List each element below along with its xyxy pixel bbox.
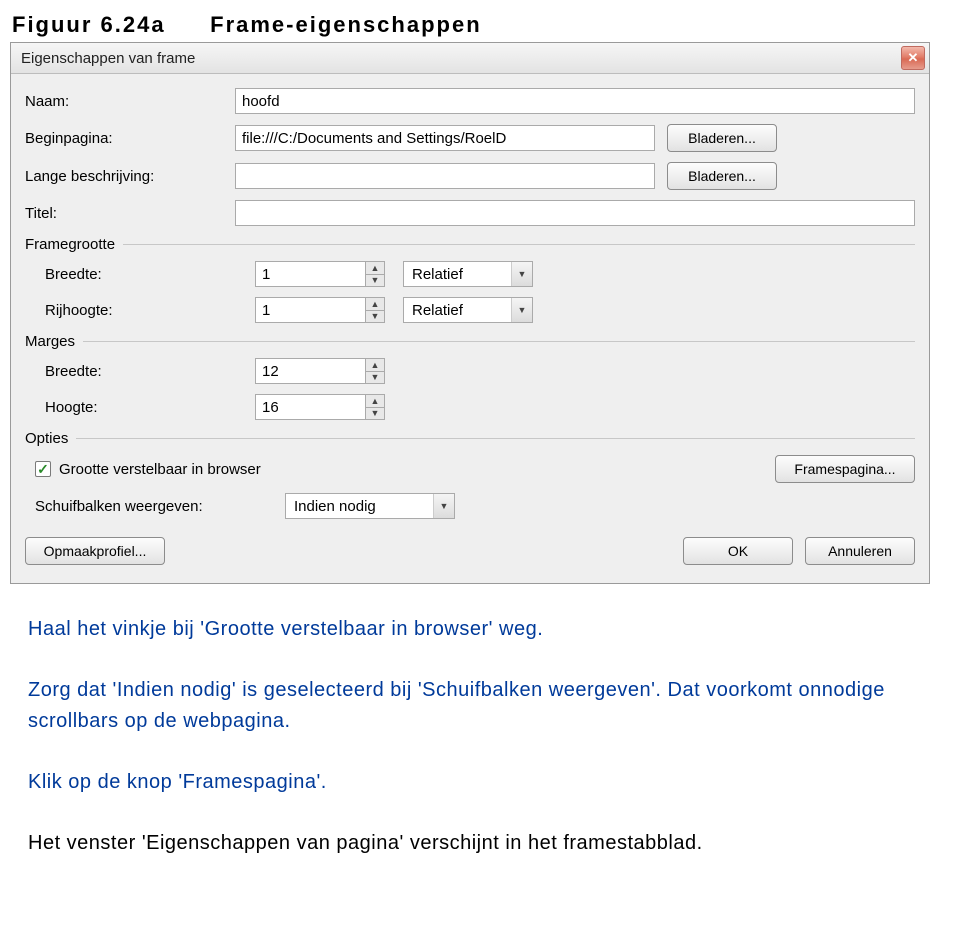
cancel-button[interactable]: Annuleren <box>805 537 915 565</box>
row-title: Titel: <box>25 200 915 226</box>
instruction-1: Haal het vinkje bij 'Grootte verstelbaar… <box>28 614 932 645</box>
spinner-buttons[interactable]: ▲ ▼ <box>365 261 385 287</box>
chevron-up-icon[interactable]: ▲ <box>366 298 384 311</box>
width-value-input[interactable] <box>255 261 365 287</box>
scrollbars-select[interactable]: Indien nodig ▼ <box>285 493 455 519</box>
row-name: Naam: <box>25 88 915 114</box>
label-scrollbars: Schuifbalken weergeven: <box>35 498 285 515</box>
group-framesize-label: Framegrootte <box>25 236 115 253</box>
resizable-checkbox[interactable] <box>35 461 51 477</box>
chevron-down-icon[interactable]: ▼ <box>511 298 532 322</box>
browse-longdesc-button[interactable]: Bladeren... <box>667 162 777 190</box>
label-startpage: Beginpagina: <box>25 130 235 147</box>
row-margin-height: Hoogte: ▲ ▼ <box>45 394 915 420</box>
chevron-up-icon[interactable]: ▲ <box>366 262 384 275</box>
margin-width-input[interactable] <box>255 358 365 384</box>
style-profile-button[interactable]: Opmaakprofiel... <box>25 537 165 565</box>
instruction-2: Zorg dat 'Indien nodig' is geselecteerd … <box>28 675 932 737</box>
margin-height-input[interactable] <box>255 394 365 420</box>
ok-button[interactable]: OK <box>683 537 793 565</box>
group-framesize: Framegrootte <box>25 236 915 253</box>
label-title: Titel: <box>25 205 235 222</box>
chevron-down-icon[interactable]: ▼ <box>366 372 384 384</box>
group-options-label: Opties <box>25 430 68 447</box>
margin-width-spinner[interactable]: ▲ ▼ <box>255 358 385 384</box>
browse-startpage-button[interactable]: Bladeren... <box>667 124 777 152</box>
spinner-buttons[interactable]: ▲ ▼ <box>365 297 385 323</box>
scrollbars-value: Indien nodig <box>286 498 433 515</box>
startpage-input[interactable] <box>235 125 655 151</box>
divider <box>123 244 915 245</box>
group-options: Opties <box>25 430 915 447</box>
label-width: Breedte: <box>45 266 255 283</box>
name-input[interactable] <box>235 88 915 114</box>
dialog-titlebar: Eigenschappen van frame ✕ <box>11 43 929 74</box>
instruction-3: Klik op de knop 'Framespagina'. <box>28 767 932 798</box>
dialog-title: Eigenschappen van frame <box>21 50 195 67</box>
row-margin-width: Breedte: ▲ ▼ <box>45 358 915 384</box>
spinner-buttons[interactable]: ▲ ▼ <box>365 394 385 420</box>
framespage-button[interactable]: Framespagina... <box>775 455 915 483</box>
label-longdesc: Lange beschrijving: <box>25 168 235 185</box>
label-name: Naam: <box>25 93 235 110</box>
rowheight-unit-select[interactable]: Relatief ▼ <box>403 297 533 323</box>
figure-header: Figuur 6.24a Frame-eigenschappen <box>0 0 960 42</box>
row-startpage: Beginpagina: Bladeren... <box>25 124 915 152</box>
rowheight-unit-value: Relatief <box>404 302 511 319</box>
chevron-down-icon[interactable]: ▼ <box>366 275 384 287</box>
width-unit-select[interactable]: Relatief ▼ <box>403 261 533 287</box>
row-longdesc: Lange beschrijving: Bladeren... <box>25 162 915 190</box>
row-rowheight: Rijhoogte: ▲ ▼ Relatief ▼ <box>45 297 915 323</box>
chevron-down-icon[interactable]: ▼ <box>366 408 384 420</box>
label-margin-width: Breedte: <box>45 363 255 380</box>
figure-title: Frame-eigenschappen <box>210 12 482 37</box>
frame-properties-dialog: Eigenschappen van frame ✕ Naam: Beginpag… <box>10 42 930 584</box>
margin-height-spinner[interactable]: ▲ ▼ <box>255 394 385 420</box>
chevron-down-icon[interactable]: ▼ <box>433 494 454 518</box>
chevron-up-icon[interactable]: ▲ <box>366 395 384 408</box>
rowheight-spinner[interactable]: ▲ ▼ <box>255 297 385 323</box>
spinner-buttons[interactable]: ▲ ▼ <box>365 358 385 384</box>
divider <box>83 341 915 342</box>
figure-number: Figuur 6.24a <box>12 12 202 38</box>
divider <box>76 438 915 439</box>
group-margins: Marges <box>25 333 915 350</box>
label-margin-height: Hoogte: <box>45 399 255 416</box>
row-scrollbars: Schuifbalken weergeven: Indien nodig ▼ <box>35 493 915 519</box>
resizable-label: Grootte verstelbaar in browser <box>59 461 261 478</box>
width-spinner[interactable]: ▲ ▼ <box>255 261 385 287</box>
chevron-up-icon[interactable]: ▲ <box>366 359 384 372</box>
chevron-down-icon[interactable]: ▼ <box>511 262 532 286</box>
instruction-4: Het venster 'Eigenschappen van pagina' v… <box>28 828 932 859</box>
longdesc-input[interactable] <box>235 163 655 189</box>
row-width: Breedte: ▲ ▼ Relatief ▼ <box>45 261 915 287</box>
group-margins-label: Marges <box>25 333 75 350</box>
row-resizable: Grootte verstelbaar in browser Framespag… <box>35 455 915 483</box>
title-input[interactable] <box>235 200 915 226</box>
label-rowheight: Rijhoogte: <box>45 302 255 319</box>
width-unit-value: Relatief <box>404 266 511 283</box>
dialog-button-row: Opmaakprofiel... OK Annuleren <box>25 537 915 565</box>
rowheight-value-input[interactable] <box>255 297 365 323</box>
close-icon[interactable]: ✕ <box>901 46 925 70</box>
dialog-body: Naam: Beginpagina: Bladeren... Lange bes… <box>11 74 929 583</box>
chevron-down-icon[interactable]: ▼ <box>366 311 384 323</box>
